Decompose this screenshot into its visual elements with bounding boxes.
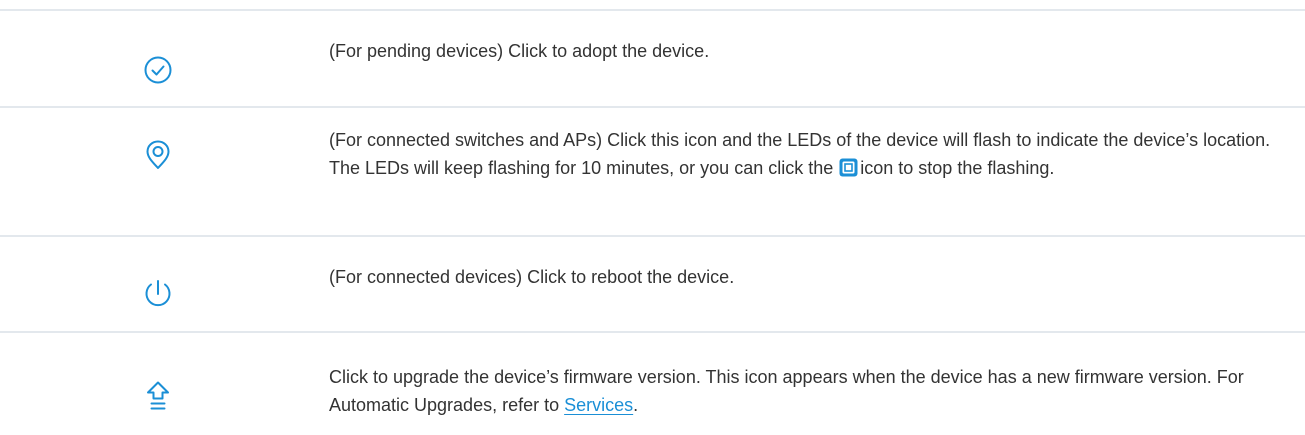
stop-flashing-icon: [839, 158, 858, 177]
table-row: (For connected switches and APs) Click t…: [0, 106, 1305, 236]
upgrade-description-end: .: [633, 395, 639, 415]
power-icon[interactable]: [138, 273, 178, 313]
upgrade-description: Click to upgrade the device’s firmware v…: [329, 367, 1244, 415]
row-description: Click to upgrade the device’s firmware v…: [329, 363, 1289, 419]
row-description: (For connected switches and APs) Click t…: [329, 126, 1289, 182]
locate-description: (For connected switches and APs) Click t…: [329, 130, 1271, 178]
check-circle-icon[interactable]: [138, 50, 178, 90]
table-row: (For connected devices) Click to reboot …: [0, 235, 1305, 332]
upgrade-arrow-icon[interactable]: [138, 377, 178, 417]
locate-pin-icon[interactable]: [138, 136, 178, 176]
action-icons-table: (For pending devices) Click to adopt the…: [0, 0, 1305, 435]
row-description: (For connected devices) Click to reboot …: [329, 263, 1289, 291]
table-row: (For pending devices) Click to adopt the…: [0, 9, 1305, 107]
locate-description-end: icon to stop the flashing.: [860, 158, 1055, 178]
reboot-description: (For connected devices) Click to reboot …: [329, 267, 735, 287]
table-row: Click to upgrade the device’s firmware v…: [0, 331, 1305, 435]
services-link[interactable]: Services: [564, 395, 633, 415]
row-description: (For pending devices) Click to adopt the…: [329, 37, 1289, 65]
adopt-description: (For pending devices) Click to adopt the…: [329, 41, 710, 61]
